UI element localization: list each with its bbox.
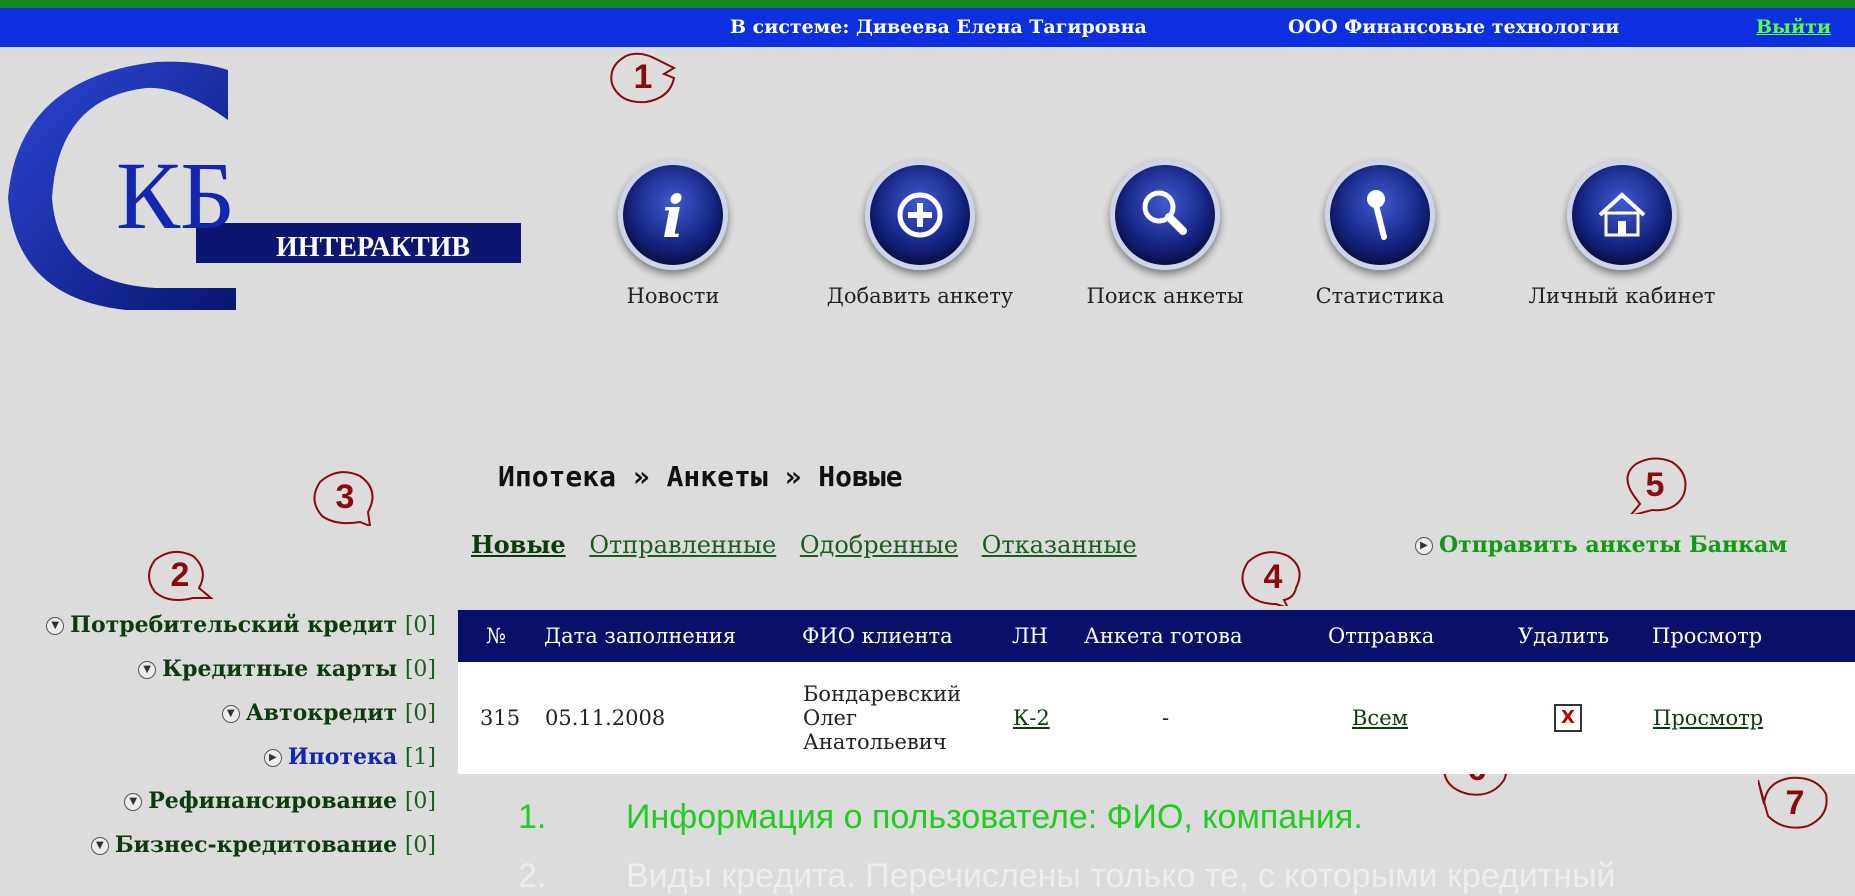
view-link[interactable]: Просмотр xyxy=(1653,706,1763,730)
plus-icon xyxy=(865,160,975,270)
callout-7: 7 xyxy=(1757,774,1832,832)
callout-1: 1 xyxy=(606,48,680,106)
pin-icon xyxy=(1325,160,1435,270)
cell-ready: - xyxy=(1084,662,1328,774)
cell-ln: К-2 xyxy=(1012,662,1084,774)
user-label: В системе: Дивеева Елена Тагировна xyxy=(730,16,1147,38)
logout-link[interactable]: Выйти xyxy=(1756,16,1831,38)
nav-cabinet-label: Личный кабинет xyxy=(1528,284,1716,308)
table-header-row: № Дата заполнения ФИО клиента ЛН Анкета … xyxy=(458,610,1855,662)
ln-link[interactable]: К-2 xyxy=(1013,706,1050,730)
send-to-banks-label: Отправить анкеты Банкам xyxy=(1439,532,1788,558)
send-all-link[interactable]: Всем xyxy=(1352,706,1408,730)
chevron-down-icon: ▼ xyxy=(124,793,143,811)
callout-2: 2 xyxy=(143,546,217,604)
sidebar-item-mortgage[interactable]: ▶ Ипотека [1] xyxy=(0,744,436,788)
skb-logo[interactable]: КБ ИНТЕРАКТИВ xyxy=(6,58,526,318)
callout-4: 4 xyxy=(1236,548,1310,610)
callout-3: 3 xyxy=(308,468,382,528)
user-info-bar: В системе: Дивеева Елена Тагировна ООО Ф… xyxy=(0,8,1855,47)
cell-date: 05.11.2008 xyxy=(544,662,802,774)
nav-news-label: Новости xyxy=(626,284,720,308)
sidebar-item-refinancing[interactable]: ▼ Рефинансирование [0] xyxy=(0,788,436,832)
col-header-send: Отправка xyxy=(1328,610,1518,662)
tab-approved[interactable]: Одобренные xyxy=(800,531,958,559)
note-1: 1. Информация о пользователе: ФИО, компан… xyxy=(518,798,1363,836)
info-icon: i xyxy=(618,160,728,270)
sidebar-item-business[interactable]: ▼ Бизнес-кредитование [0] xyxy=(0,832,436,876)
company-label: ООО Финансовые технологии xyxy=(1288,16,1620,38)
chevron-down-icon: ▼ xyxy=(90,837,109,855)
svg-text:i: i xyxy=(662,183,684,251)
notes: 1. Информация о пользователе: ФИО, компан… xyxy=(518,798,1616,896)
search-icon xyxy=(1110,160,1220,270)
nav-add-form-label: Добавить анкету xyxy=(826,284,1014,308)
nav-news[interactable]: i Новости xyxy=(613,160,733,308)
col-header-ready: Анкета готова xyxy=(1084,610,1328,662)
nav-cabinet[interactable]: Личный кабинет xyxy=(1522,160,1722,308)
credit-types-sidebar: ▼ Потребительский кредит [0] ▼ Кредитные к… xyxy=(0,612,436,876)
tab-sent[interactable]: Отправленные xyxy=(589,531,776,559)
sidebar-item-consumer[interactable]: ▼ Потребительский кредит [0] xyxy=(0,612,436,656)
tab-rejected[interactable]: Отказанные xyxy=(982,531,1137,559)
logo-subtitle: ИНТЕРАКТИВ xyxy=(276,232,470,263)
chevron-down-icon: ▼ xyxy=(221,705,240,723)
arrow-bullet-icon: ▶ xyxy=(1415,537,1433,555)
cell-view: Просмотр xyxy=(1652,662,1855,774)
chevron-down-icon: ▼ xyxy=(46,617,65,635)
house-icon xyxy=(1567,160,1677,270)
cell-send: Всем xyxy=(1328,662,1518,774)
col-header-delete: Удалить xyxy=(1518,610,1652,662)
top-strip xyxy=(0,0,1855,8)
send-to-banks-link[interactable]: ▶ Отправить анкеты Банкам xyxy=(1415,532,1787,558)
nav-statistics-label: Статистика xyxy=(1315,284,1445,308)
cell-num: 315 xyxy=(458,662,544,774)
breadcrumb: Ипотека » Анкеты » Новые xyxy=(498,460,903,493)
table-row: 315 05.11.2008 Бондаревский Олег Анатоль… xyxy=(458,662,1855,774)
callout-5: 5 xyxy=(1618,456,1692,518)
nav-search-form[interactable]: Поиск анкеты xyxy=(1075,160,1255,308)
cell-delete: X xyxy=(1518,662,1652,774)
col-header-date: Дата заполнения xyxy=(544,610,802,662)
col-header-view: Просмотр xyxy=(1652,610,1855,662)
tab-new[interactable]: Новые xyxy=(471,530,566,559)
logo-letters: КБ xyxy=(116,142,235,249)
sidebar-item-cards[interactable]: ▼ Кредитные карты [0] xyxy=(0,656,436,700)
chevron-down-icon: ▼ xyxy=(138,661,157,679)
note-2: 2. Виды кредита. Перечислены только те, с… xyxy=(518,857,1616,895)
nav-add-form[interactable]: Добавить анкету xyxy=(815,160,1025,308)
col-header-num: № xyxy=(458,610,544,662)
delete-icon[interactable]: X xyxy=(1554,704,1582,732)
status-tabs: Новые Отправленные Одобренные Отказанные xyxy=(471,530,1153,559)
nav-search-form-label: Поиск анкеты xyxy=(1086,284,1244,308)
nav-statistics[interactable]: Статистика xyxy=(1310,160,1450,308)
col-header-ln: ЛН xyxy=(1012,610,1084,662)
cell-client: Бондаревский Олег Анатольевич xyxy=(802,662,1012,774)
chevron-right-icon: ▶ xyxy=(263,749,282,767)
forms-table: № Дата заполнения ФИО клиента ЛН Анкета … xyxy=(458,610,1855,774)
sidebar-item-auto[interactable]: ▼ Автокредит [0] xyxy=(0,700,436,744)
col-header-client: ФИО клиента xyxy=(802,610,1012,662)
